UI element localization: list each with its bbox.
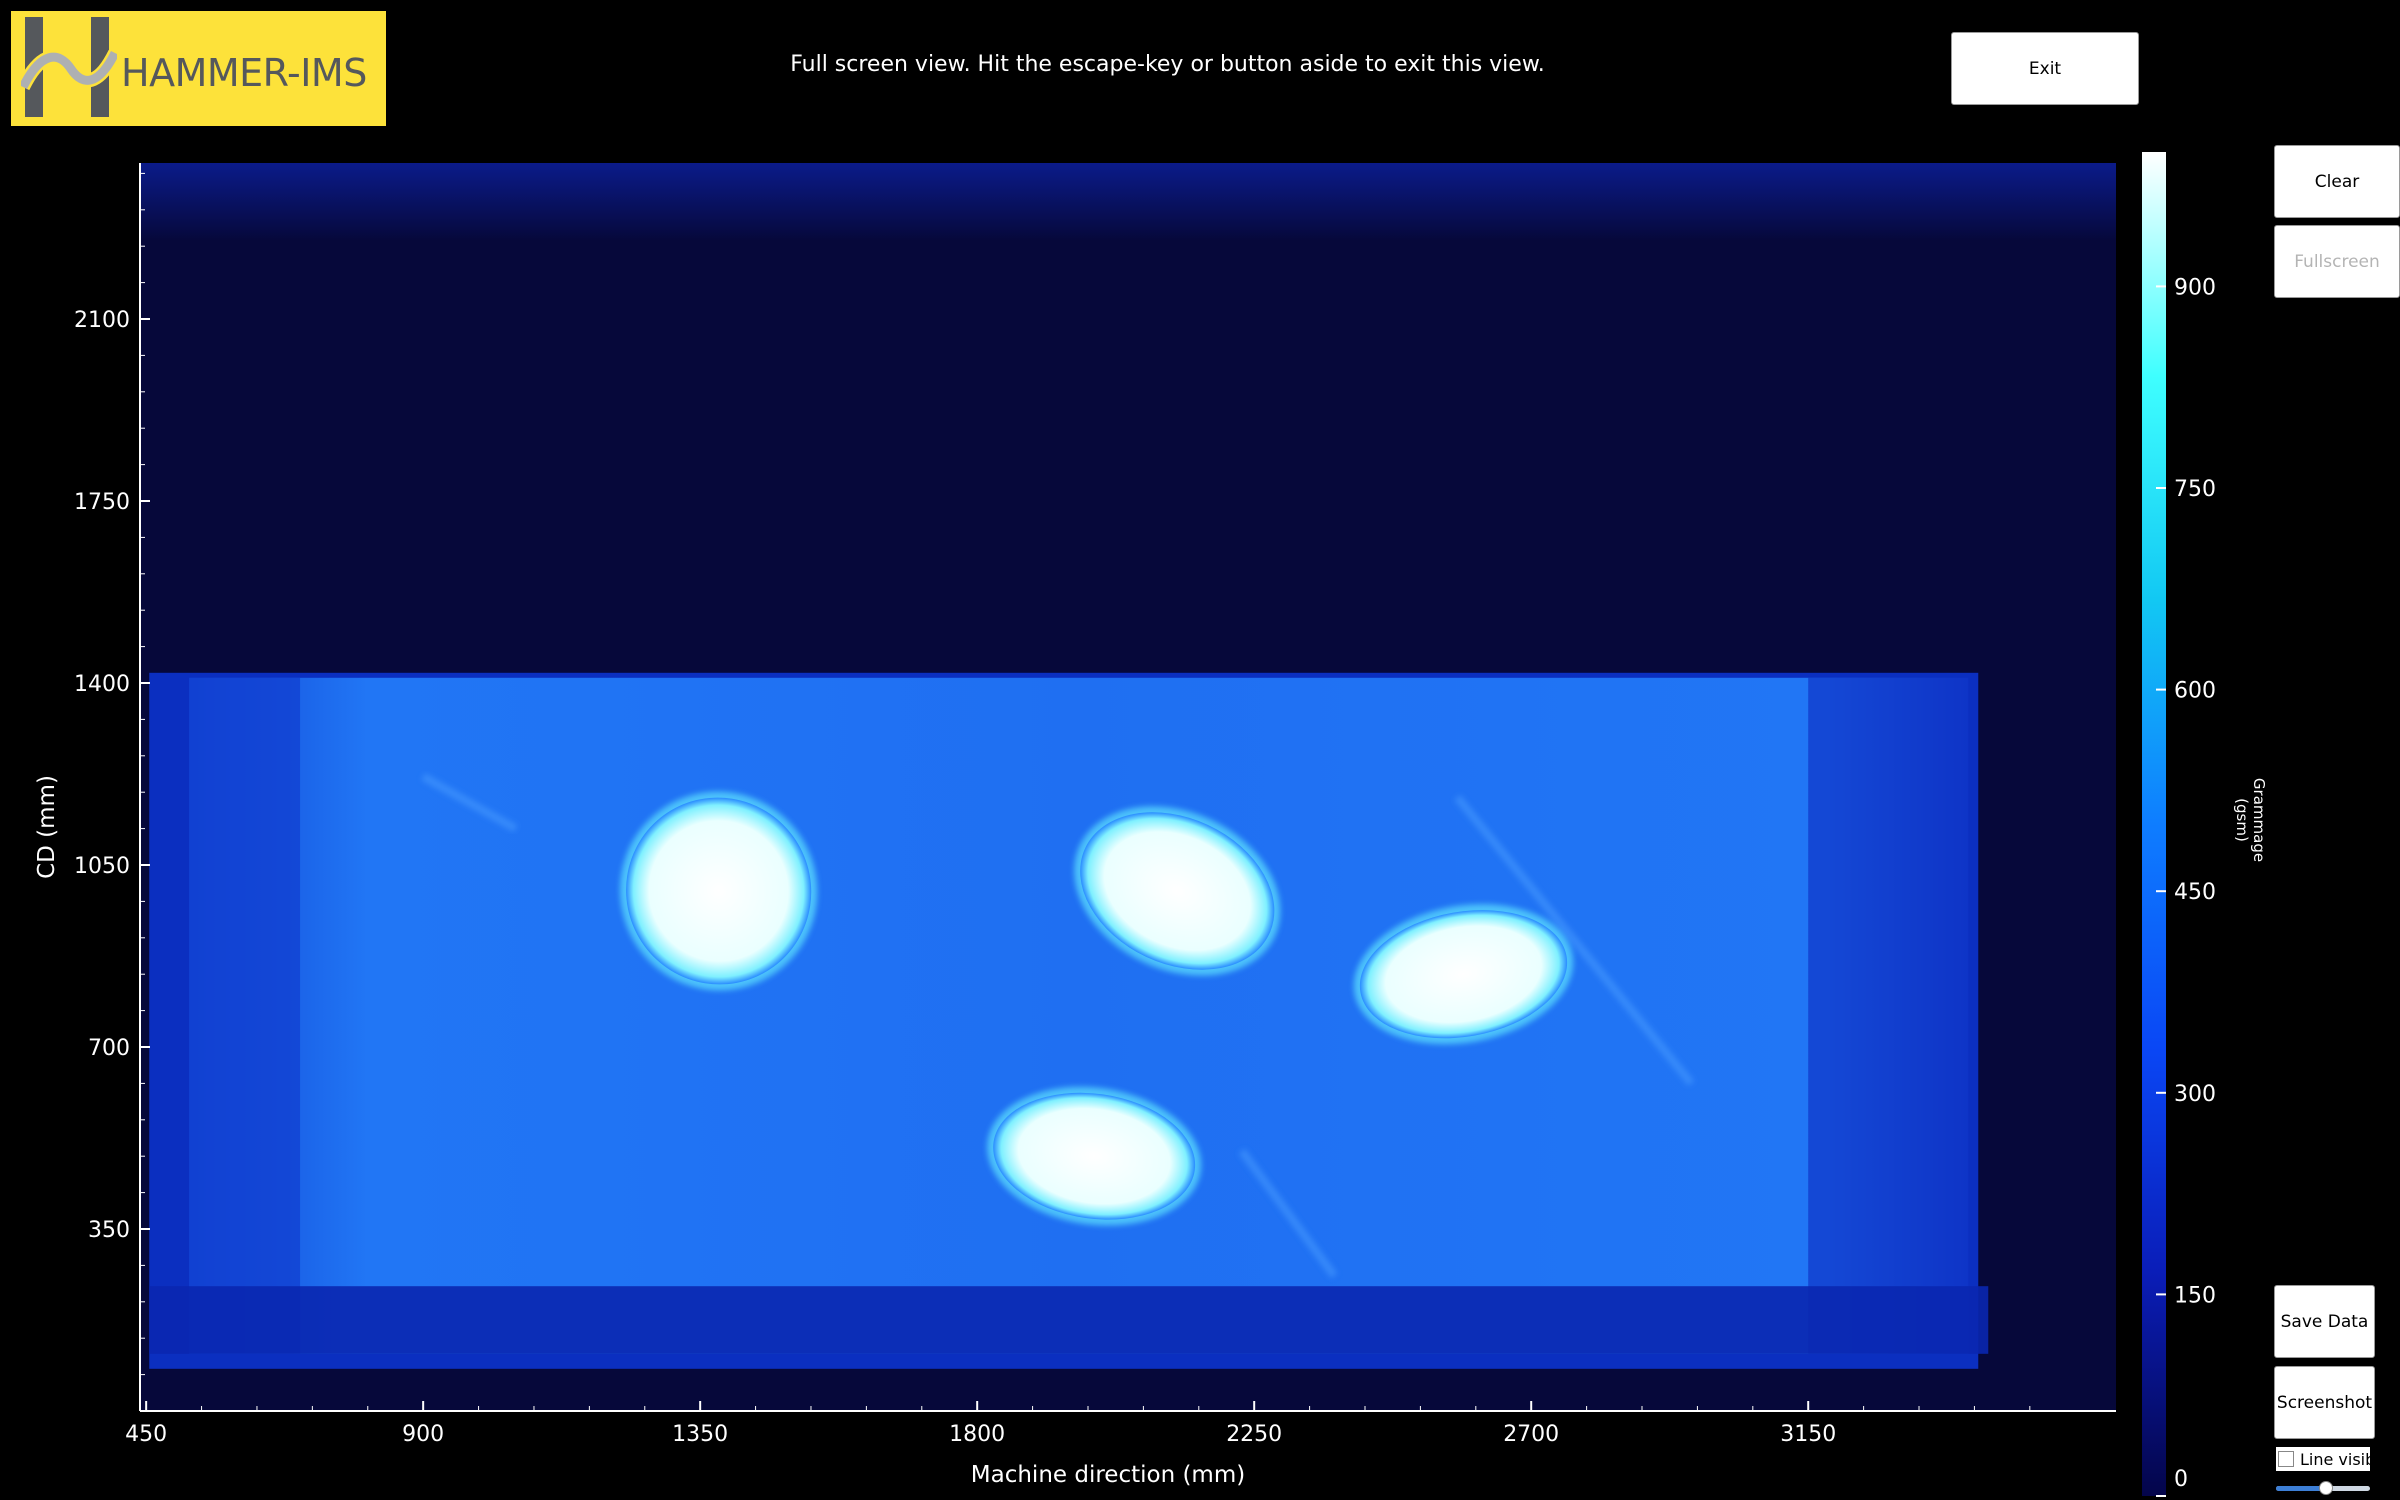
sheet-crease-line xyxy=(1454,794,1695,1086)
fullscreen-button[interactable]: Fullscreen xyxy=(2274,225,2400,298)
hammer-ims-logo: HAMMER-IMS xyxy=(11,11,386,126)
x-tick-label: 1800 xyxy=(949,1422,1005,1447)
heatmap-top-band xyxy=(140,163,2116,241)
checkbox-box[interactable] xyxy=(2278,1451,2294,1467)
y-tick-label: 1050 xyxy=(74,854,130,879)
x-tick-label: 900 xyxy=(402,1422,444,1447)
colorbar: 0 150 300 450 600 750 900 Grammage(gsm) xyxy=(2142,152,2268,1497)
sample-spot-1 xyxy=(620,791,818,991)
colorbar-tick-label: 750 xyxy=(2174,477,2216,502)
y-axis-label: CD (mm) xyxy=(34,775,60,879)
slider-handle[interactable] xyxy=(2318,1481,2333,1495)
sample-spot-3 xyxy=(1353,904,1574,1045)
sample-glow xyxy=(987,1086,1202,1226)
sample-spot-2 xyxy=(1074,806,1281,976)
sample-glow xyxy=(1074,806,1281,976)
colorbar-tick-label: 900 xyxy=(2174,275,2216,300)
x-axis-label: Machine direction (mm) xyxy=(971,1462,1245,1488)
y-tick-label: 700 xyxy=(88,1036,130,1061)
sample-glow xyxy=(1353,904,1574,1045)
sheet-crease-line xyxy=(1238,1148,1338,1279)
sample-glow xyxy=(620,791,818,991)
y-tick-label: 350 xyxy=(88,1218,130,1243)
chart-axes: 450 900 1350 1800 2250 2700 3150 350 700 1050 1400… xyxy=(34,163,2116,1488)
sheet-edge xyxy=(149,672,1979,1369)
line-visibility-label: Line visibi xyxy=(2300,1449,2370,1469)
x-tick-label: 1350 xyxy=(672,1422,728,1447)
y-tick-label: 1400 xyxy=(74,672,130,697)
screenshot-button[interactable]: Screenshot xyxy=(2274,1366,2375,1439)
sample-body xyxy=(993,1092,1196,1220)
sheet-crease-line xyxy=(421,773,518,833)
colorbar-tick-label: 0 xyxy=(2174,1467,2188,1492)
y-tick-label: 1750 xyxy=(74,490,130,515)
logo-mark-icon xyxy=(21,17,117,117)
colorbar-gradient xyxy=(2142,152,2166,1496)
sheet-bottom-band xyxy=(149,1286,1989,1354)
sample-body xyxy=(1080,812,1275,970)
sheet-right-strip xyxy=(1808,677,1969,1354)
fullscreen-instruction-text: Full screen view. Hit the escape-key or … xyxy=(790,52,1545,77)
y-tick-label: 2100 xyxy=(74,308,130,333)
exit-button[interactable]: Exit xyxy=(1951,32,2139,105)
sample-spot-4 xyxy=(987,1086,1202,1226)
logo-wordmark: HAMMER-IMS xyxy=(121,51,367,95)
line-opacity-slider[interactable] xyxy=(2276,1481,2370,1495)
save-data-button[interactable]: Save Data xyxy=(2274,1285,2375,1358)
colorbar-tick-label: 150 xyxy=(2174,1283,2216,1308)
sheet-region xyxy=(189,677,1969,1354)
colorbar-label: Grammage(gsm) xyxy=(2233,778,2268,862)
colorbar-tick-label: 300 xyxy=(2174,1082,2216,1107)
x-tick-label: 2250 xyxy=(1226,1422,1282,1447)
x-tick-label: 2700 xyxy=(1503,1422,1559,1447)
clear-button[interactable]: Clear xyxy=(2274,145,2400,218)
grammage-heatmap-chart: 450 900 1350 1800 2250 2700 3150 350 700 1050 1400… xyxy=(34,152,2268,1497)
colorbar-tick-label: 450 xyxy=(2174,880,2216,905)
sheet-left-strip xyxy=(189,677,301,1354)
heatmap-background xyxy=(140,163,2116,1411)
x-tick-label: 450 xyxy=(125,1422,167,1447)
line-visibility-checkbox[interactable]: Line visibi xyxy=(2276,1447,2370,1471)
sample-body xyxy=(626,797,812,985)
colorbar-tick-label: 600 xyxy=(2174,679,2216,704)
sample-body xyxy=(1359,910,1568,1039)
heatmap-plot-area xyxy=(140,163,2116,1411)
x-tick-label: 3150 xyxy=(1780,1422,1836,1447)
